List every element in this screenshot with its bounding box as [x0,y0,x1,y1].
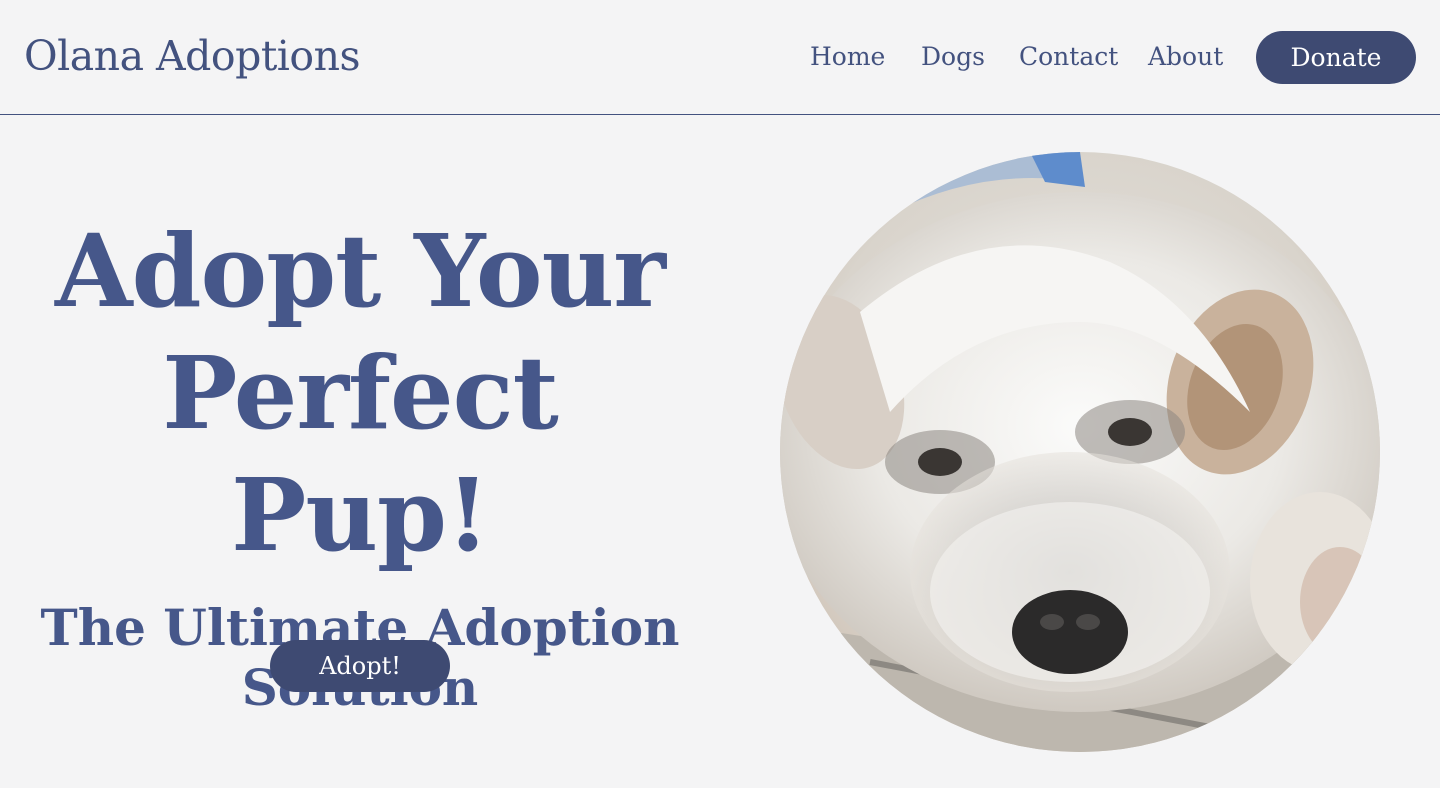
dog-photo [780,152,1380,752]
main-nav: Home Dogs Contact About Donate [0,0,1440,115]
adopt-button[interactable]: Adopt! [270,640,450,692]
donate-button[interactable]: Donate [1256,31,1416,84]
nav-home-link[interactable]: Home [810,40,885,74]
site-header: Olana Adoptions Home Dogs Contact About … [0,0,1440,115]
nav-about-link[interactable]: About [1148,40,1223,74]
hero-headline: Adopt Your Perfect Pup! [55,212,666,574]
dog-illustration [780,152,1380,752]
nav-contact-link[interactable]: Contact [1019,40,1118,74]
nav-dogs-link[interactable]: Dogs [921,40,985,74]
